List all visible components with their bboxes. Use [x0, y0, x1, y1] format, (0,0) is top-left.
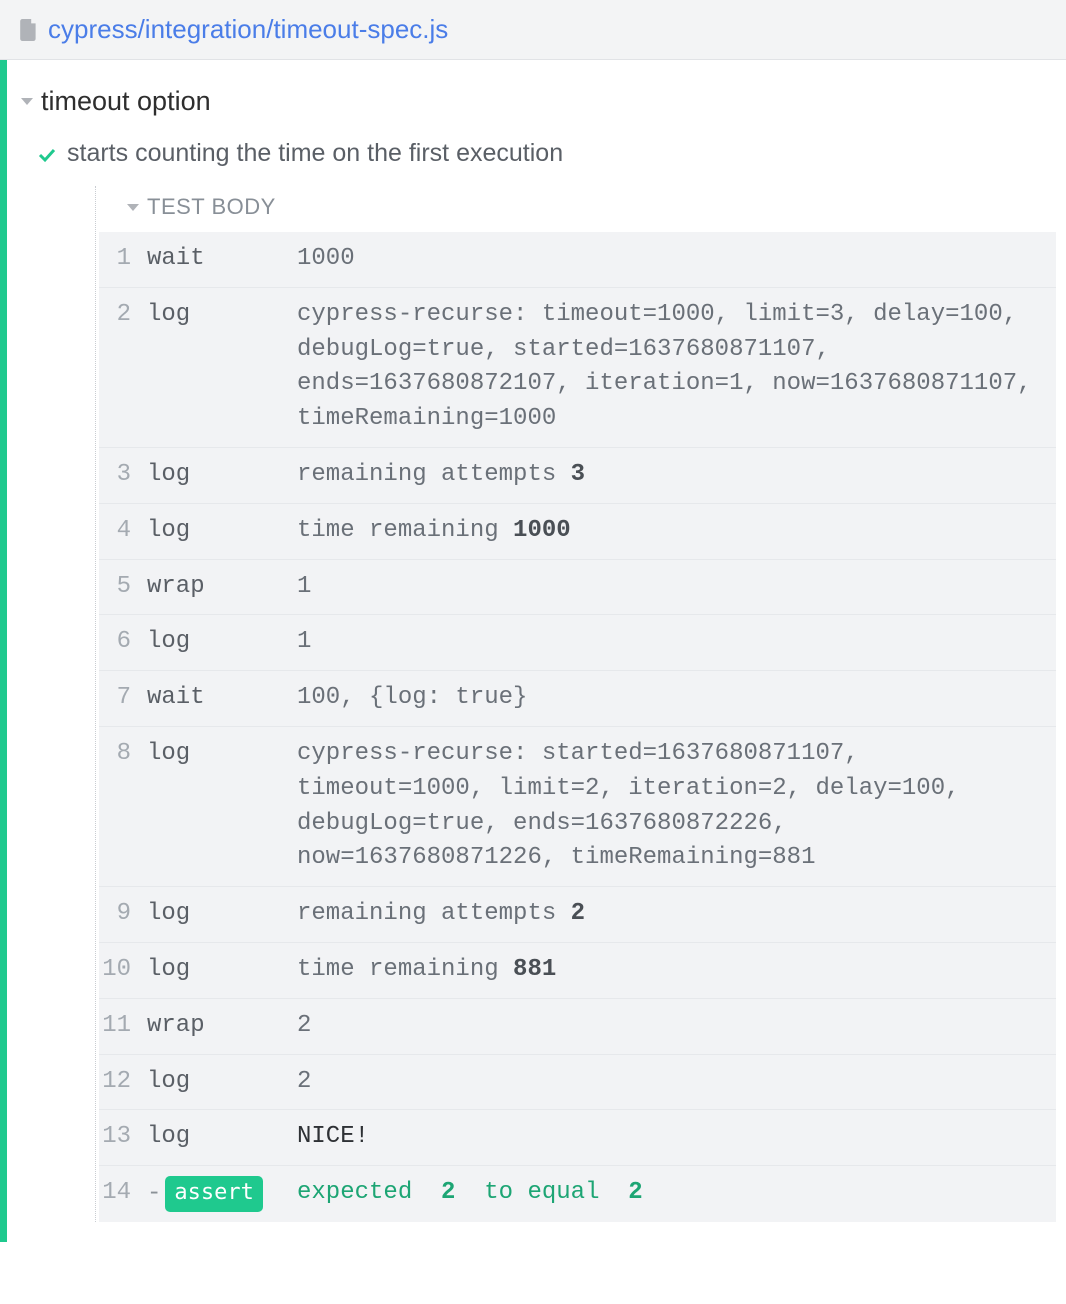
command-number: 13 [99, 1120, 147, 1155]
test-body-header[interactable]: TEST BODY [99, 186, 1056, 232]
command-name: log [147, 953, 297, 988]
command-message: NICE! [297, 1120, 1042, 1155]
command-message: cypress-recurse: timeout=1000, limit=3, … [297, 298, 1042, 437]
command-name: wait [147, 681, 297, 716]
command-row[interactable]: 12 log 2 [99, 1055, 1056, 1111]
command-name: log [147, 897, 297, 932]
check-icon [37, 144, 57, 164]
tree-line [95, 186, 96, 1222]
test-body-label: TEST BODY [147, 194, 276, 220]
command-list: 1 wait 1000 2 log cypress-recurse: timeo… [99, 232, 1056, 1222]
file-header: cypress/integration/timeout-spec.js [0, 0, 1066, 60]
file-path[interactable]: cypress/integration/timeout-spec.js [48, 14, 448, 45]
command-message: 2 [297, 1065, 1042, 1100]
command-number: 11 [99, 1009, 147, 1044]
command-message: time remaining 881 [297, 953, 1042, 988]
test-title-row[interactable]: starts counting the time on the first ex… [7, 131, 1066, 186]
caret-down-icon [21, 98, 33, 105]
command-name: log [147, 458, 297, 493]
command-row[interactable]: 4 log time remaining 1000 [99, 504, 1056, 560]
command-message: time remaining 1000 [297, 514, 1042, 549]
command-row[interactable]: 11 wrap 2 [99, 999, 1056, 1055]
command-name: log [147, 298, 297, 437]
command-message: 1 [297, 625, 1042, 660]
command-number: 6 [99, 625, 147, 660]
test-reporter: timeout option starts counting the time … [0, 60, 1066, 1242]
command-name: log [147, 1120, 297, 1155]
command-row[interactable]: 5 wrap 1 [99, 560, 1056, 616]
test-title: starts counting the time on the first ex… [67, 139, 563, 168]
command-number: 1 [99, 242, 147, 277]
command-number: 3 [99, 458, 147, 493]
command-row[interactable]: 1 wait 1000 [99, 232, 1056, 288]
command-message: cypress-recurse: started=1637680871107, … [297, 737, 1042, 876]
command-row[interactable]: 6 log 1 [99, 615, 1056, 671]
command-row[interactable]: 2 log cypress-recurse: timeout=1000, lim… [99, 288, 1056, 448]
command-row[interactable]: 8 log cypress-recurse: started=163768087… [99, 727, 1056, 887]
command-name: log [147, 625, 297, 660]
command-number: 7 [99, 681, 147, 716]
suite-title: timeout option [41, 86, 211, 117]
command-number: 2 [99, 298, 147, 437]
command-number: 5 [99, 570, 147, 605]
command-row[interactable]: 13 log NICE! [99, 1110, 1056, 1166]
command-message: remaining attempts 2 [297, 897, 1042, 932]
test-body: TEST BODY 1 wait 1000 2 log cypress-recu… [7, 186, 1066, 1222]
command-name: log [147, 737, 297, 876]
command-message: 1000 [297, 242, 1042, 277]
command-row[interactable]: 3 log remaining attempts 3 [99, 448, 1056, 504]
command-number: 10 [99, 953, 147, 988]
command-row[interactable]: 10 log time remaining 881 [99, 943, 1056, 999]
command-number: 4 [99, 514, 147, 549]
assert-pill: assert [165, 1176, 262, 1212]
command-number: 14 [99, 1176, 147, 1212]
command-message: 2 [297, 1009, 1042, 1044]
command-number: 8 [99, 737, 147, 876]
command-row[interactable]: 9 log remaining attempts 2 [99, 887, 1056, 943]
command-row-assert[interactable]: 14 - assert expected 2 to equal 2 [99, 1166, 1056, 1222]
command-name: wrap [147, 570, 297, 605]
assert-message: expected 2 to equal 2 [297, 1176, 1042, 1212]
file-icon [20, 19, 38, 41]
command-message: 1 [297, 570, 1042, 605]
command-number: 12 [99, 1065, 147, 1100]
command-name: - assert [147, 1176, 297, 1212]
command-message: remaining attempts 3 [297, 458, 1042, 493]
command-number: 9 [99, 897, 147, 932]
command-name: log [147, 514, 297, 549]
suite-title-row[interactable]: timeout option [7, 78, 1066, 131]
command-name: wait [147, 242, 297, 277]
command-row[interactable]: 7 wait 100, {log: true} [99, 671, 1056, 727]
caret-down-icon [127, 204, 139, 211]
command-name: log [147, 1065, 297, 1100]
command-name: wrap [147, 1009, 297, 1044]
command-message: 100, {log: true} [297, 681, 1042, 716]
